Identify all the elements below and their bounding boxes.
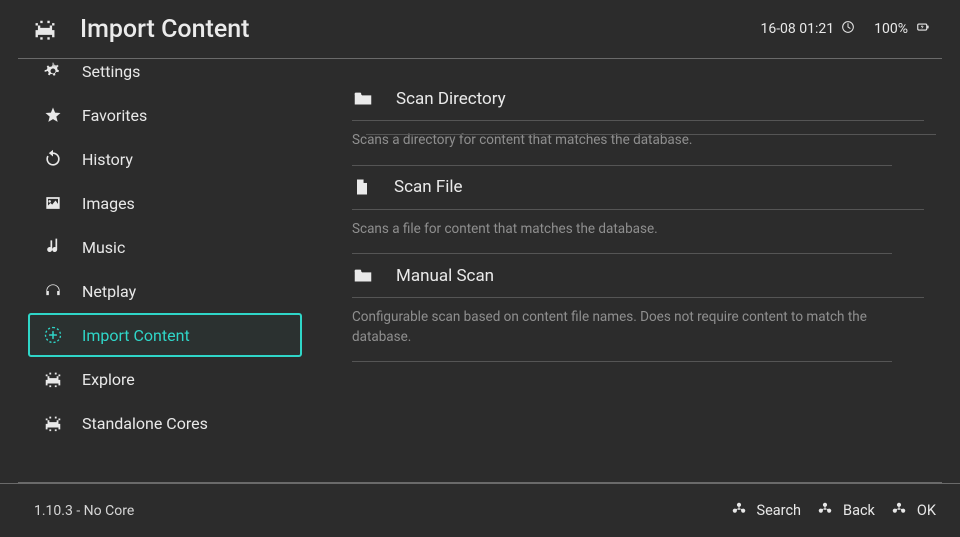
sidebar-item-label: Settings — [82, 62, 140, 81]
sidebar-item-images[interactable]: Images — [28, 181, 302, 225]
headphones-icon — [42, 280, 64, 302]
option-description: Scans a directory for content that match… — [352, 121, 892, 166]
page-title: Import Content — [80, 15, 249, 44]
sidebar-item-label: Favorites — [82, 106, 147, 125]
music-icon — [42, 236, 64, 258]
file-icon — [352, 177, 372, 197]
option-scan-file[interactable]: Scan File — [352, 166, 924, 210]
sidebar-item-standalone-cores[interactable]: Standalone Cores — [28, 401, 302, 445]
invader-icon — [42, 368, 64, 390]
option-scan-directory[interactable]: Scan Directory — [352, 77, 924, 121]
folder-icon — [352, 265, 374, 287]
option-description: Configurable scan based on content file … — [352, 298, 892, 362]
gear-icon — [42, 60, 64, 82]
battery-text: 100% — [874, 21, 908, 37]
option-label: Manual Scan — [396, 266, 494, 286]
option-description: Scans a file for content that matches th… — [352, 210, 892, 255]
option-manual-scan[interactable]: Manual Scan — [352, 254, 924, 298]
footer: 1.10.3 - No Core Search Back OK — [0, 483, 960, 537]
footer-action-label: Search — [757, 502, 802, 519]
star-icon — [42, 104, 64, 126]
sidebar-item-label: Images — [82, 194, 135, 213]
sidebar-item-netplay[interactable]: Netplay — [28, 269, 302, 313]
gamepad-icon — [889, 499, 909, 523]
datetime-text: 16-08 01:21 — [760, 21, 834, 37]
sidebar-item-label: Import Content — [82, 326, 190, 345]
status-bar: 16-08 01:21 100% — [760, 18, 932, 40]
sidebar-item-settings[interactable]: Settings — [28, 59, 302, 93]
footer-action-label: OK — [917, 502, 936, 519]
content-panel: Scan Directory Scans a directory for con… — [320, 59, 960, 483]
option-label: Scan Directory — [396, 89, 506, 109]
gamepad-icon — [729, 499, 749, 523]
plus-icon — [42, 324, 64, 346]
version-text: 1.10.3 - No Core — [34, 503, 134, 519]
footer-action-back[interactable]: Back — [815, 499, 875, 523]
footer-action-search[interactable]: Search — [729, 499, 802, 523]
image-icon — [42, 192, 64, 214]
sidebar-item-explore[interactable]: Explore — [28, 357, 302, 401]
footer-action-ok[interactable]: OK — [889, 499, 936, 523]
clock-icon — [840, 19, 856, 39]
option-label: Scan File — [394, 177, 463, 197]
sidebar: Settings Favorites History Images Music … — [0, 59, 320, 483]
sidebar-item-favorites[interactable]: Favorites — [28, 93, 302, 137]
footer-action-label: Back — [843, 502, 875, 519]
content-top-divider — [366, 134, 936, 135]
sidebar-item-label: Netplay — [82, 282, 136, 301]
app-logo-icon — [28, 16, 62, 42]
battery-icon — [914, 18, 932, 40]
sidebar-item-music[interactable]: Music — [28, 225, 302, 269]
folder-icon — [352, 88, 374, 110]
sidebar-item-label: History — [82, 150, 133, 169]
sidebar-item-label: Standalone Cores — [82, 414, 208, 433]
invader-icon — [42, 412, 64, 434]
gamepad-icon — [815, 499, 835, 523]
sidebar-item-label: Explore — [82, 370, 135, 389]
history-icon — [42, 148, 64, 170]
sidebar-item-import-content[interactable]: Import Content — [28, 313, 302, 357]
sidebar-item-history[interactable]: History — [28, 137, 302, 181]
header: Import Content 16-08 01:21 100% — [0, 0, 960, 58]
sidebar-item-label: Music — [82, 238, 125, 257]
